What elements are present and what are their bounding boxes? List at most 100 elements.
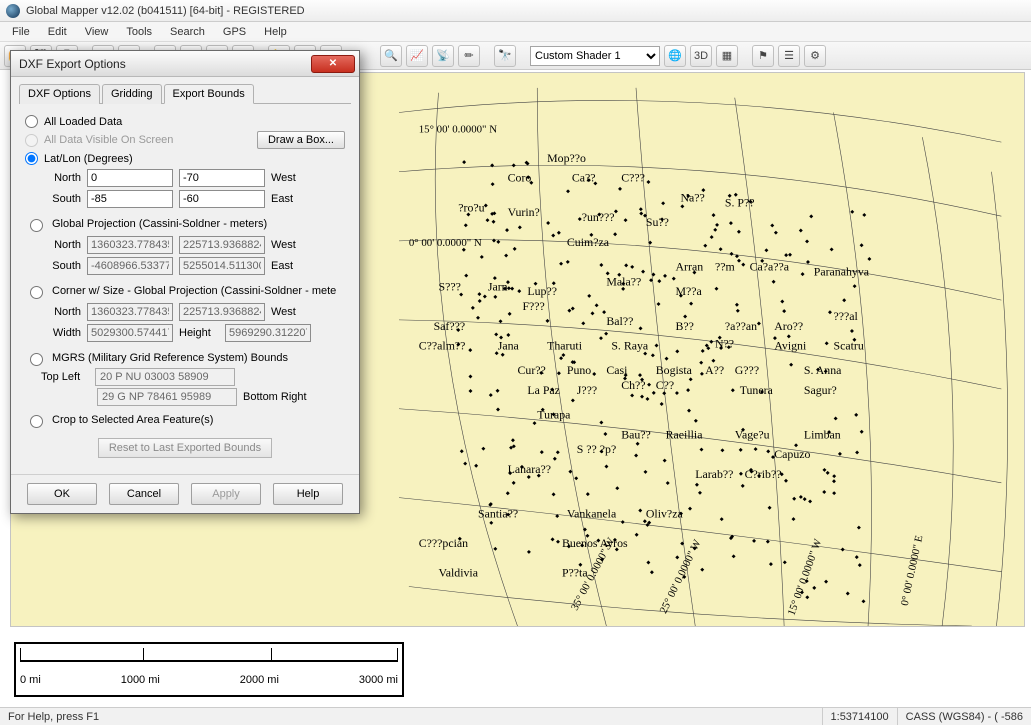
menu-file[interactable]: File bbox=[4, 24, 38, 40]
help-button[interactable]: Help bbox=[273, 483, 343, 505]
svg-text:La Paz: La Paz bbox=[527, 383, 560, 397]
menu-help[interactable]: Help bbox=[256, 24, 295, 40]
dialog-title: DXF Export Options bbox=[19, 57, 311, 71]
svg-text:Turapa: Turapa bbox=[537, 408, 571, 422]
tool-flag-icon[interactable]: ⚑ bbox=[752, 45, 774, 67]
svg-text:M??a: M??a bbox=[676, 284, 703, 298]
tool-globe-icon[interactable]: 🌐 bbox=[664, 45, 686, 67]
svg-text:Capuzo: Capuzo bbox=[774, 447, 810, 461]
svg-text:Ca??: Ca?? bbox=[572, 171, 596, 185]
svg-text:0° 00' 0.0000" N: 0° 00' 0.0000" N bbox=[409, 237, 482, 249]
svg-text:?ro?u: ?ro?u bbox=[458, 200, 484, 214]
app-icon bbox=[6, 4, 20, 18]
tab-dxf-options[interactable]: DXF Options bbox=[19, 84, 100, 104]
dialog-titlebar[interactable]: DXF Export Options ✕ bbox=[11, 51, 359, 77]
label-mgrs: MGRS (Military Grid Reference System) Bo… bbox=[52, 352, 288, 364]
lbl-north: North bbox=[45, 172, 81, 184]
input-corner-west bbox=[179, 303, 265, 321]
svg-text:C??alm??: C??alm?? bbox=[419, 339, 466, 353]
input-latlon-east[interactable] bbox=[179, 190, 265, 208]
svg-text:Oliv?za: Oliv?za bbox=[646, 506, 684, 520]
svg-text:N??: N?? bbox=[715, 337, 734, 351]
ok-button[interactable]: OK bbox=[27, 483, 97, 505]
lbl-south: South bbox=[45, 193, 81, 205]
svg-text:J???: J??? bbox=[577, 383, 597, 397]
svg-text:Mop??o: Mop??o bbox=[547, 151, 586, 165]
close-icon[interactable]: ✕ bbox=[311, 55, 355, 73]
svg-text:C???pcian: C???pcian bbox=[419, 536, 468, 550]
radio-mgrs[interactable] bbox=[30, 353, 43, 366]
radio-corner[interactable] bbox=[30, 286, 43, 299]
tool-chart-icon[interactable]: 📈 bbox=[406, 45, 428, 67]
tool-gear-icon[interactable]: ⚙ bbox=[804, 45, 826, 67]
lbl-bottomright: Bottom Right bbox=[243, 391, 307, 403]
lbl-height: Height bbox=[179, 327, 219, 339]
svg-text:Lanara??: Lanara?? bbox=[508, 462, 551, 476]
input-latlon-south[interactable] bbox=[87, 190, 173, 208]
menu-tools[interactable]: Tools bbox=[118, 24, 160, 40]
input-latlon-north[interactable] bbox=[87, 169, 173, 187]
svg-text:Tharuti: Tharuti bbox=[547, 339, 583, 353]
status-proj: CASS (WGS84) - ( -586 bbox=[897, 708, 1031, 725]
cancel-button[interactable]: Cancel bbox=[109, 483, 179, 505]
tool-table-icon[interactable]: ▦ bbox=[716, 45, 738, 67]
draw-box-button[interactable]: Draw a Box... bbox=[257, 131, 345, 149]
radio-latlon[interactable] bbox=[25, 152, 38, 165]
menubar: File Edit View Tools Search GPS Help bbox=[0, 22, 1031, 42]
svg-text:C?rib??: C?rib?? bbox=[745, 467, 782, 481]
tab-gridding[interactable]: Gridding bbox=[102, 84, 162, 104]
svg-text:Na??: Na?? bbox=[680, 190, 704, 204]
tool-binoculars-icon[interactable]: 🔭 bbox=[494, 45, 516, 67]
svg-text:Jana: Jana bbox=[498, 339, 520, 353]
svg-text:Casi: Casi bbox=[606, 363, 628, 377]
input-latlon-west[interactable] bbox=[179, 169, 265, 187]
tool-layers2-icon[interactable]: ☰ bbox=[778, 45, 800, 67]
menu-gps[interactable]: GPS bbox=[215, 24, 254, 40]
svg-text:S???: S??? bbox=[439, 279, 461, 293]
status-hint: For Help, press F1 bbox=[0, 708, 822, 725]
input-mgrs-br bbox=[97, 388, 237, 406]
lbl-west: West bbox=[271, 172, 305, 184]
svg-text:???al: ???al bbox=[834, 309, 859, 323]
svg-text:Paranahyva: Paranahyva bbox=[814, 264, 870, 278]
svg-text:Scatru: Scatru bbox=[834, 339, 864, 353]
shader-select[interactable]: Custom Shader 1 bbox=[530, 46, 660, 66]
svg-text:Vage?u: Vage?u bbox=[735, 427, 770, 441]
svg-text:Jarn: Jarn bbox=[488, 279, 508, 293]
radio-all-loaded[interactable] bbox=[25, 115, 38, 128]
scale-l3: 3000 mi bbox=[359, 674, 398, 686]
svg-text:Arran: Arran bbox=[676, 260, 704, 274]
svg-text:??m: ??m bbox=[715, 260, 736, 274]
svg-text:S ?? ?p?: S ?? ?p? bbox=[577, 442, 616, 456]
svg-text:Ch??: Ch?? bbox=[621, 378, 645, 392]
tool-3dview-icon[interactable]: 3D bbox=[690, 45, 712, 67]
svg-text:Buenos Ayros: Buenos Ayros bbox=[562, 536, 628, 550]
svg-text:Bogista: Bogista bbox=[656, 363, 693, 377]
dialog-tabs: DXF Options Gridding Export Bounds bbox=[19, 83, 351, 104]
tool-tower-icon[interactable]: 📡 bbox=[432, 45, 454, 67]
dxf-export-dialog: DXF Export Options ✕ DXF Options Griddin… bbox=[10, 50, 360, 514]
svg-text:Vankanela: Vankanela bbox=[567, 506, 617, 520]
radio-crop[interactable] bbox=[30, 415, 43, 428]
tab-export-bounds[interactable]: Export Bounds bbox=[164, 84, 254, 104]
menu-edit[interactable]: Edit bbox=[40, 24, 75, 40]
lbl-east: East bbox=[271, 193, 305, 205]
tool-pencil-icon[interactable]: ✏ bbox=[458, 45, 480, 67]
scale-l2: 2000 mi bbox=[240, 674, 279, 686]
radio-global[interactable] bbox=[30, 219, 43, 232]
svg-text:Cuim?za: Cuim?za bbox=[567, 235, 610, 249]
input-corner-height bbox=[225, 324, 311, 342]
menu-view[interactable]: View bbox=[77, 24, 117, 40]
svg-text:C???: C??? bbox=[621, 171, 645, 185]
svg-text:Bal??: Bal?? bbox=[606, 314, 633, 328]
menu-search[interactable]: Search bbox=[162, 24, 213, 40]
titlebar: Global Mapper v12.02 (b041511) [64-bit] … bbox=[0, 0, 1031, 22]
reset-bounds-button: Reset to Last Exported Bounds bbox=[98, 438, 272, 458]
svg-text:Coro: Coro bbox=[508, 171, 532, 185]
scale-l1: 1000 mi bbox=[121, 674, 160, 686]
tool-search-icon[interactable]: 🔍 bbox=[380, 45, 402, 67]
svg-text:Aro??: Aro?? bbox=[774, 319, 803, 333]
svg-text:P??ta: P??ta bbox=[562, 566, 588, 580]
svg-text:S. P??: S. P?? bbox=[725, 195, 755, 209]
svg-text:S. Anna: S. Anna bbox=[804, 363, 842, 377]
